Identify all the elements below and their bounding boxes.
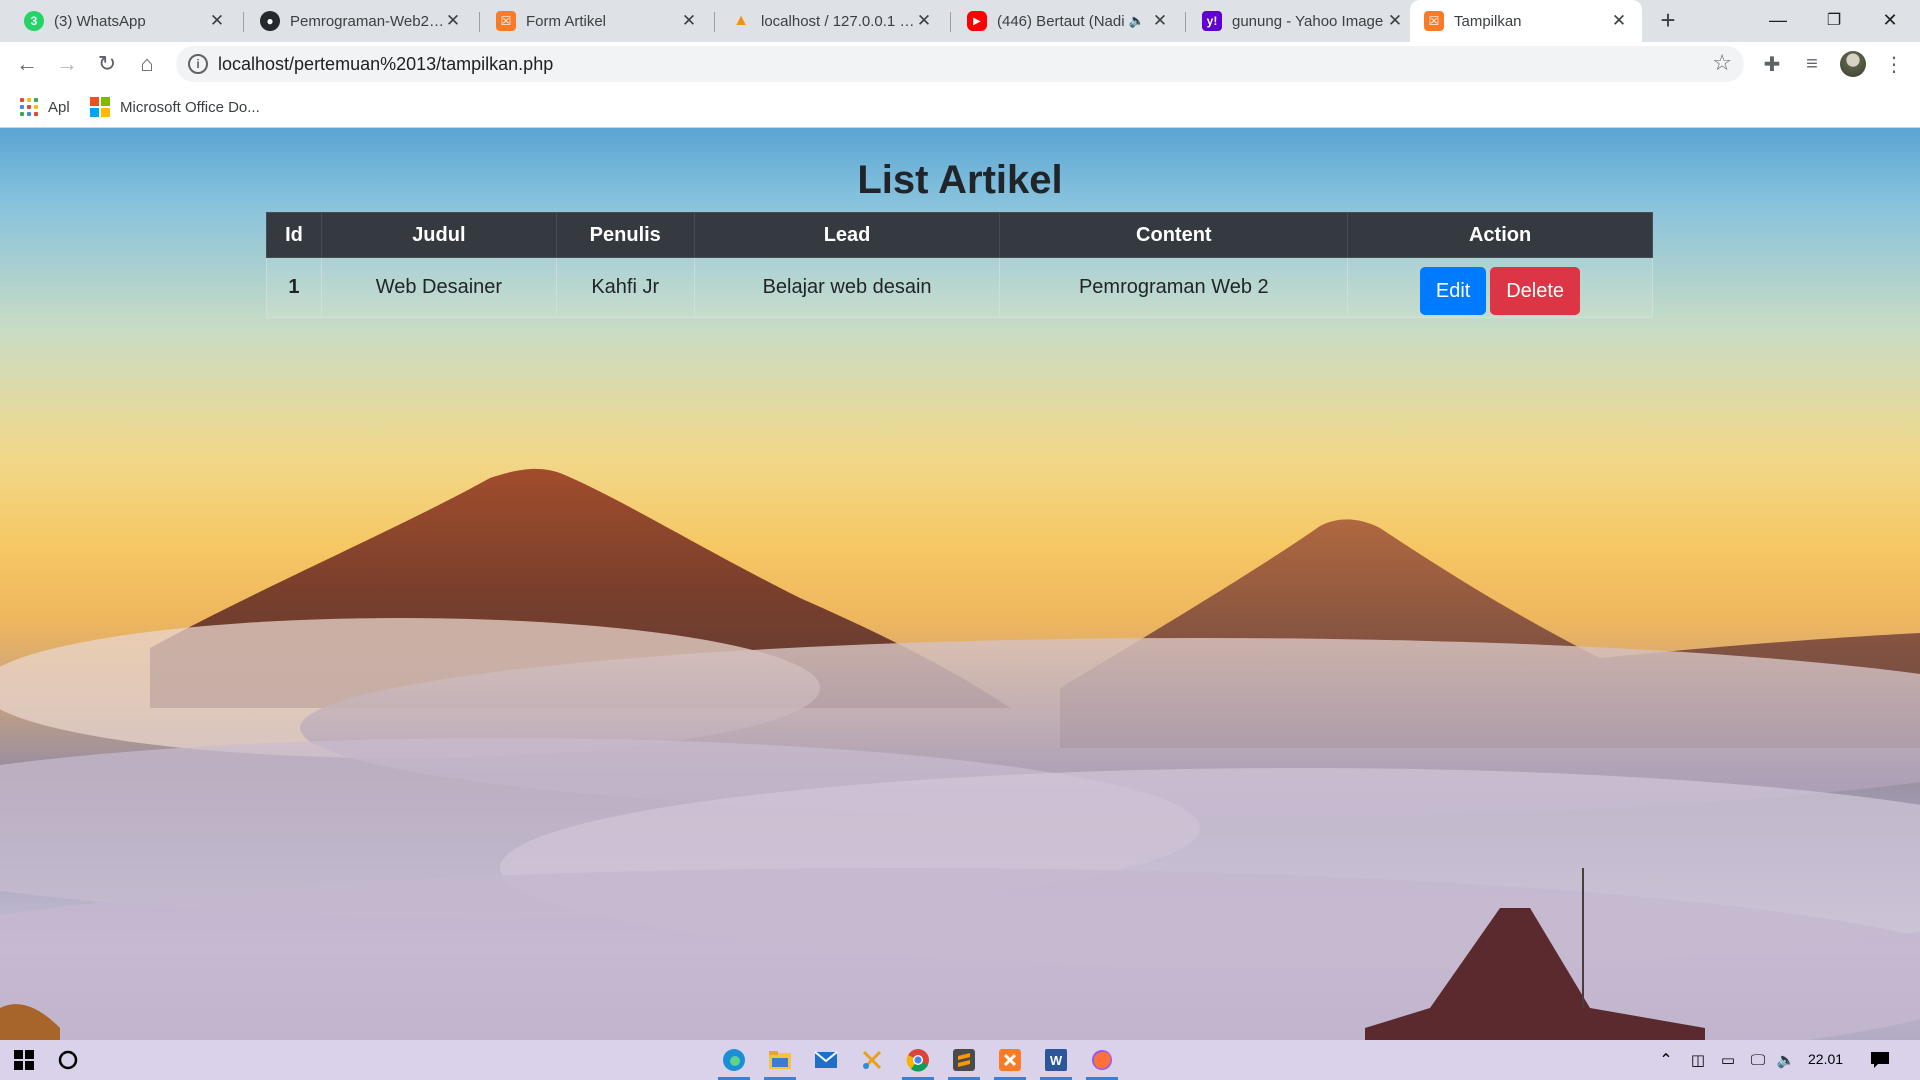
xampp-icon[interactable] bbox=[994, 1046, 1026, 1074]
new-tab-button[interactable]: + bbox=[1652, 6, 1684, 36]
windows-start-icon[interactable] bbox=[8, 1046, 40, 1074]
close-icon[interactable]: ✕ bbox=[1610, 11, 1628, 31]
close-window-icon[interactable]: ✕ bbox=[1862, 0, 1918, 40]
xampp-icon: ☒ bbox=[1424, 11, 1444, 31]
chrome-icon[interactable] bbox=[902, 1046, 934, 1074]
tab-divider bbox=[479, 12, 480, 32]
cell-id: 1 bbox=[266, 257, 322, 318]
close-icon[interactable]: ✕ bbox=[915, 11, 933, 31]
cell-penulis: Kahfi Jr bbox=[555, 257, 695, 318]
back-icon[interactable]: ← bbox=[10, 48, 44, 80]
svg-text:W: W bbox=[1050, 1053, 1063, 1068]
bookmark-star-icon[interactable]: ☆ bbox=[1712, 50, 1732, 76]
bookmark-apps[interactable]: Apl bbox=[20, 96, 70, 118]
cell-action: Edit Delete bbox=[1347, 257, 1653, 318]
tab-title: (3) WhatsApp bbox=[54, 12, 146, 30]
column-header-lead: Lead bbox=[693, 212, 1001, 258]
bookmark-label: Apl bbox=[48, 98, 70, 116]
snip-icon[interactable] bbox=[856, 1046, 888, 1074]
cell-content: Pemrograman Web 2 bbox=[999, 257, 1349, 318]
action-center-icon[interactable] bbox=[1864, 1046, 1896, 1074]
tab-tampilkan[interactable]: ☒ Tampilkan ✕ bbox=[1410, 0, 1642, 42]
github-icon: ● bbox=[260, 11, 280, 31]
speaker-icon[interactable]: 🔈 bbox=[1129, 13, 1145, 29]
cell-judul: Web Desainer bbox=[320, 257, 557, 318]
tab-phpmyadmin[interactable]: ▲ localhost / 127.0.0.1 / d ✕ bbox=[717, 0, 947, 42]
edit-button[interactable]: Edit bbox=[1420, 266, 1487, 315]
windows-taskbar: W ⌃ ◫ ▭ 🖵 🔈 22.01 bbox=[0, 1040, 1920, 1080]
close-icon[interactable]: ✕ bbox=[680, 11, 698, 31]
tab-yahoo-images[interactable]: y! gunung - Yahoo Image ✕ bbox=[1188, 0, 1418, 42]
tab-github[interactable]: ● Pemrograman-Web2_A ✕ bbox=[246, 0, 476, 42]
tab-strip: 3 (3) WhatsApp ✕ ● Pemrograman-Web2_A ✕ … bbox=[0, 0, 1920, 42]
table-row: 1 Web Desainer Kahfi Jr Belajar web desa… bbox=[266, 257, 1653, 318]
microsoft-logo-icon bbox=[90, 97, 110, 117]
address-bar[interactable]: i localhost/pertemuan%2013/tampilkan.php… bbox=[176, 46, 1744, 82]
phpmyadmin-icon: ▲ bbox=[733, 12, 749, 29]
tab-title: localhost / 127.0.0.1 / d bbox=[761, 12, 915, 30]
tab-divider bbox=[714, 12, 715, 32]
apps-grid-icon bbox=[20, 98, 38, 116]
article-table: Id Judul Penulis Lead Content Action 1 W… bbox=[266, 212, 1653, 318]
yahoo-icon: y! bbox=[1202, 11, 1222, 31]
xampp-icon: ☒ bbox=[496, 11, 516, 31]
file-explorer-icon[interactable] bbox=[764, 1046, 796, 1074]
tab-title: Tampilkan bbox=[1454, 12, 1522, 30]
mail-icon[interactable] bbox=[810, 1046, 842, 1074]
close-icon[interactable]: ✕ bbox=[208, 11, 226, 31]
meet-now-icon[interactable]: ◫ bbox=[1682, 1046, 1714, 1074]
close-icon[interactable]: ✕ bbox=[1151, 11, 1169, 31]
reload-icon[interactable]: ↻ bbox=[90, 48, 124, 80]
forward-icon[interactable]: → bbox=[50, 48, 84, 80]
edge-icon[interactable] bbox=[718, 1046, 750, 1074]
table-header-row: Id Judul Penulis Lead Content Action bbox=[266, 212, 1653, 258]
restore-icon[interactable]: ❐ bbox=[1806, 0, 1862, 40]
volume-icon[interactable]: 🔈 bbox=[1770, 1046, 1802, 1074]
column-header-action: Action bbox=[1347, 212, 1653, 258]
site-info-icon[interactable]: i bbox=[188, 54, 208, 74]
profile-avatar[interactable] bbox=[1840, 51, 1866, 77]
home-icon[interactable]: ⌂ bbox=[130, 48, 164, 80]
tab-divider bbox=[950, 12, 951, 32]
bookmarks-bar: Apl Microsoft Office Do... bbox=[0, 86, 1920, 128]
page-viewport: List Artikel Id Judul Penulis Lead Conte… bbox=[0, 128, 1920, 1040]
taskbar-clock[interactable]: 22.01 bbox=[1808, 1051, 1843, 1067]
browser-toolbar: ← → ↻ ⌂ i localhost/pertemuan%2013/tampi… bbox=[0, 42, 1920, 86]
page-title: List Artikel bbox=[857, 158, 1063, 202]
search-icon[interactable] bbox=[52, 1046, 84, 1074]
media-control-icon[interactable]: ≡ bbox=[1798, 50, 1826, 78]
tab-title: Pemrograman-Web2_A bbox=[290, 12, 444, 30]
word-icon[interactable]: W bbox=[1040, 1046, 1072, 1074]
chevron-up-icon[interactable]: ⌃ bbox=[1650, 1046, 1682, 1074]
cell-lead: Belajar web desain bbox=[693, 257, 1001, 318]
tab-divider bbox=[1185, 12, 1186, 32]
column-header-content: Content bbox=[999, 212, 1349, 258]
battery-icon[interactable]: ▭ bbox=[1712, 1046, 1744, 1074]
column-header-judul: Judul bbox=[320, 212, 557, 258]
tab-divider bbox=[243, 12, 244, 32]
whatsapp-icon: 3 bbox=[24, 11, 44, 31]
delete-button[interactable]: Delete bbox=[1490, 266, 1581, 315]
firefox-icon[interactable] bbox=[1086, 1046, 1118, 1074]
tab-title: gunung - Yahoo Image bbox=[1232, 12, 1384, 30]
tab-title: Form Artikel bbox=[526, 12, 607, 30]
bookmark-microsoft-office[interactable]: Microsoft Office Do... bbox=[90, 96, 260, 118]
column-header-id: Id bbox=[266, 212, 322, 258]
column-header-penulis: Penulis bbox=[555, 212, 695, 258]
tab-youtube[interactable]: ▶ (446) Bertaut (Nadi 🔈 ✕ bbox=[953, 0, 1183, 42]
tab-form-artikel[interactable]: ☒ Form Artikel ✕ bbox=[482, 0, 712, 42]
extensions-icon[interactable]: ✚ bbox=[1758, 50, 1786, 78]
address-text[interactable]: localhost/pertemuan%2013/tampilkan.php bbox=[218, 54, 553, 75]
more-menu-icon[interactable]: ⋮ bbox=[1880, 50, 1908, 78]
close-icon[interactable]: ✕ bbox=[1386, 11, 1404, 31]
sublime-text-icon[interactable] bbox=[948, 1046, 980, 1074]
tab-whatsapp[interactable]: 3 (3) WhatsApp ✕ bbox=[10, 0, 240, 42]
tab-title: (446) Bertaut (Nadi bbox=[997, 12, 1125, 30]
youtube-icon: ▶ bbox=[967, 11, 987, 31]
minimize-icon[interactable]: — bbox=[1750, 0, 1806, 40]
bookmark-label: Microsoft Office Do... bbox=[120, 98, 260, 116]
close-icon[interactable]: ✕ bbox=[444, 11, 462, 31]
